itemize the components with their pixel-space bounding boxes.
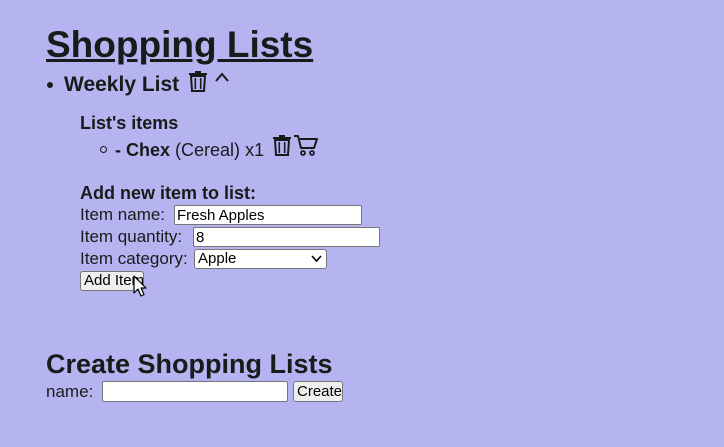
item-quantity: x1	[245, 140, 265, 160]
items-heading: List's items	[80, 113, 179, 133]
item-name-label: Item name:	[80, 205, 166, 224]
item-category-select[interactable]: Apple	[194, 249, 327, 269]
item-name: - Chex	[115, 140, 171, 160]
create-name-input[interactable]	[102, 381, 288, 402]
item-name-input[interactable]	[174, 205, 362, 225]
item-category-value: Apple	[198, 250, 237, 267]
list-name: Weekly List	[64, 73, 180, 96]
item-quantity-input[interactable]	[193, 227, 380, 247]
add-item-heading: Add new item to list:	[80, 183, 257, 203]
page-title: Shopping Lists	[46, 24, 314, 65]
list-item: - Chex (Cereal) x1	[100, 140, 264, 160]
mouse-pointer-icon	[133, 275, 147, 297]
trash-icon[interactable]	[272, 134, 292, 156]
chevron-down-icon	[311, 255, 322, 263]
item-category: (Cereal)	[175, 140, 241, 160]
item-quantity-label: Item quantity:	[80, 227, 183, 246]
create-list-heading: Create Shopping Lists	[46, 349, 333, 379]
item-category-label: Item category:	[80, 249, 188, 268]
create-button[interactable]: Create	[293, 381, 343, 402]
trash-icon[interactable]	[188, 70, 208, 92]
list-bullet	[47, 82, 53, 88]
item-bullet	[100, 146, 107, 153]
create-name-label: name:	[46, 382, 94, 401]
chevron-up-icon[interactable]	[214, 71, 230, 83]
shopping-cart-icon[interactable]	[293, 133, 319, 157]
